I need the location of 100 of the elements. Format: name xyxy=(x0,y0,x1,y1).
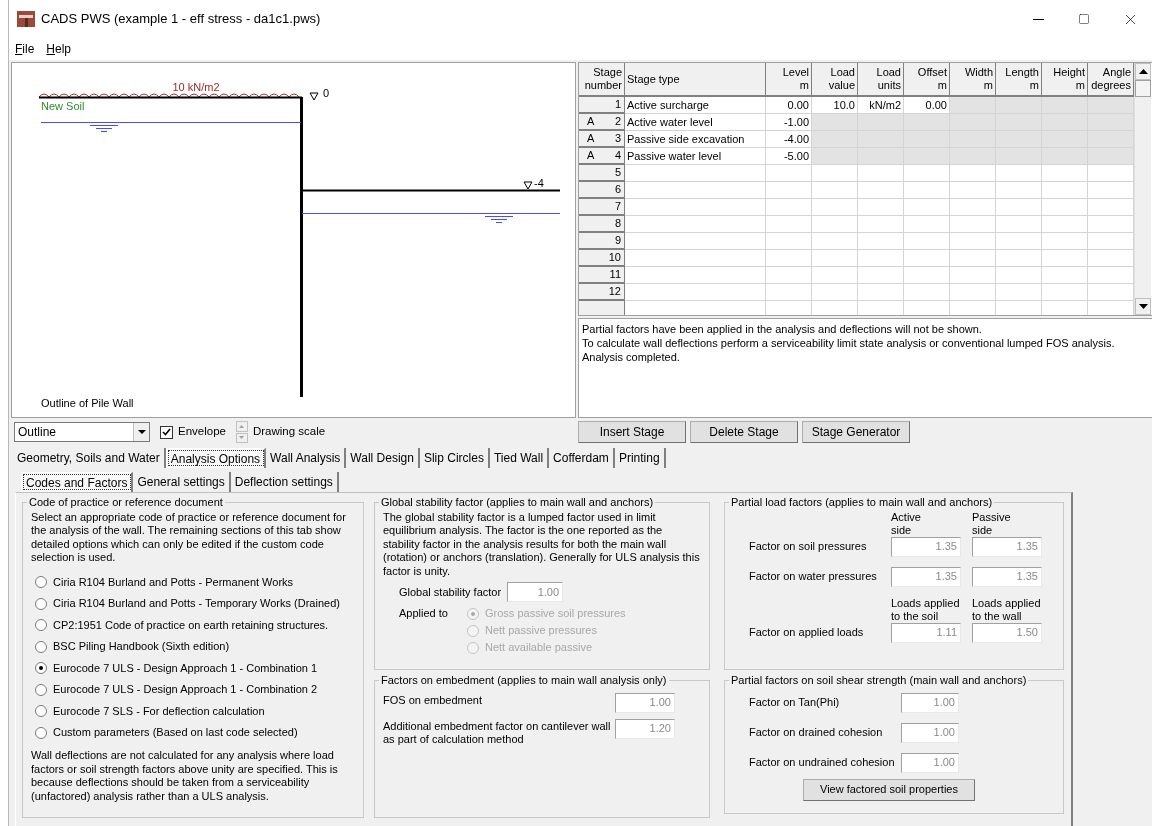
menu-item[interactable]: Help xyxy=(44,40,74,58)
table-cell[interactable] xyxy=(1042,199,1088,216)
table-cell[interactable] xyxy=(904,165,950,182)
table-cell[interactable] xyxy=(904,182,950,199)
table-cell[interactable] xyxy=(766,233,812,250)
table-cell[interactable] xyxy=(858,233,904,250)
column-header[interactable]: Stage type xyxy=(625,63,766,97)
radio-button[interactable] xyxy=(35,683,47,696)
table-cell[interactable] xyxy=(1088,284,1134,301)
row-header[interactable]: A 2 xyxy=(579,114,625,131)
scroll-down-button[interactable] xyxy=(1135,298,1151,315)
radio-button[interactable] xyxy=(35,619,47,631)
column-header[interactable]: Load value xyxy=(812,63,858,97)
table-cell[interactable] xyxy=(858,216,904,233)
table-cell[interactable] xyxy=(904,284,950,301)
table-cell[interactable] xyxy=(996,284,1042,301)
table-cell[interactable] xyxy=(904,233,950,250)
table-cell[interactable]: 0.00 xyxy=(766,97,812,114)
table-cell[interactable] xyxy=(1088,182,1134,199)
table-cell[interactable] xyxy=(766,284,812,301)
table-cell[interactable] xyxy=(858,267,904,284)
table-cell[interactable]: -5.00 xyxy=(766,148,812,165)
row-header[interactable]: 8 xyxy=(579,216,625,233)
table-cell[interactable]: -1.00 xyxy=(766,114,812,131)
table-cell[interactable] xyxy=(996,182,1042,199)
table-cell[interactable] xyxy=(812,199,858,216)
table-cell[interactable] xyxy=(858,165,904,182)
stage-button[interactable]: Insert Stage xyxy=(578,421,686,443)
table-cell[interactable] xyxy=(904,267,950,284)
spinner-up-button[interactable] xyxy=(235,421,248,432)
row-header[interactable]: 12 xyxy=(579,284,625,301)
column-header[interactable]: Level m xyxy=(766,63,812,97)
table-cell[interactable] xyxy=(996,267,1042,284)
table-cell[interactable] xyxy=(950,284,996,301)
stage-button[interactable]: Stage Generator xyxy=(802,421,910,443)
tab[interactable]: Slip Circles xyxy=(419,448,490,468)
table-cell[interactable] xyxy=(1088,216,1134,233)
scroll-thumb[interactable] xyxy=(1135,80,1151,97)
tab[interactable]: Cofferdam xyxy=(549,448,615,468)
tab[interactable]: Tied Wall xyxy=(489,448,550,468)
table-cell[interactable] xyxy=(812,182,858,199)
table-cell[interactable] xyxy=(1042,250,1088,267)
radio-button[interactable] xyxy=(35,640,47,653)
tab[interactable]: General settings xyxy=(133,472,231,492)
table-cell[interactable] xyxy=(996,250,1042,267)
view-select[interactable]: Outline xyxy=(14,422,150,442)
row-header[interactable]: 7 xyxy=(579,199,625,216)
radio-button[interactable] xyxy=(35,705,47,717)
row-header[interactable]: 11 xyxy=(579,267,625,284)
table-cell[interactable] xyxy=(904,216,950,233)
table-cell[interactable] xyxy=(1088,267,1134,284)
radio-button[interactable] xyxy=(35,662,47,674)
table-cell[interactable] xyxy=(858,250,904,267)
tab[interactable]: Analysis Options xyxy=(165,448,267,468)
table-cell[interactable]: 10.0 xyxy=(812,97,858,114)
table-cell[interactable] xyxy=(812,284,858,301)
menu-item[interactable]: File xyxy=(13,40,37,58)
table-cell[interactable] xyxy=(858,284,904,301)
row-header[interactable]: A 4 xyxy=(579,148,625,165)
table-cell[interactable] xyxy=(812,250,858,267)
row-header[interactable]: 10 xyxy=(579,250,625,267)
table-cell[interactable] xyxy=(950,182,996,199)
table-cell[interactable] xyxy=(996,216,1042,233)
table-cell[interactable] xyxy=(1042,284,1088,301)
table-cell[interactable] xyxy=(950,199,996,216)
radio-button[interactable] xyxy=(35,597,47,610)
column-header[interactable]: Load units xyxy=(858,63,904,97)
view-properties-button[interactable]: View factored soil properties xyxy=(803,778,975,801)
table-cell[interactable] xyxy=(950,250,996,267)
table-cell[interactable] xyxy=(1042,233,1088,250)
table-cell[interactable] xyxy=(858,199,904,216)
table-cell[interactable] xyxy=(1042,165,1088,182)
row-header[interactable]: A 3 xyxy=(579,131,625,148)
tab[interactable]: Deflection settings xyxy=(230,472,339,492)
table-cell[interactable]: -4.00 xyxy=(766,131,812,148)
table-cell[interactable] xyxy=(996,233,1042,250)
row-header[interactable]: 1 xyxy=(579,97,625,114)
table-cell[interactable] xyxy=(812,233,858,250)
column-header[interactable]: Stage number xyxy=(579,63,625,97)
table-cell[interactable]: kN/m2 xyxy=(858,97,904,114)
table-cell[interactable] xyxy=(996,165,1042,182)
tab[interactable]: Wall Design xyxy=(346,448,420,468)
tab[interactable]: Codes and Factors xyxy=(21,472,134,492)
table-cell[interactable] xyxy=(858,182,904,199)
checkbox[interactable] xyxy=(160,425,173,439)
row-header[interactable]: 6 xyxy=(579,182,625,199)
table-cell[interactable] xyxy=(1088,165,1134,182)
table-cell[interactable] xyxy=(996,199,1042,216)
column-header[interactable]: Height m xyxy=(1042,63,1088,97)
table-cell[interactable] xyxy=(1088,233,1134,250)
table-cell[interactable] xyxy=(904,250,950,267)
table-cell[interactable] xyxy=(950,165,996,182)
scroll-up-button[interactable] xyxy=(1135,63,1151,80)
table-cell[interactable] xyxy=(1042,216,1088,233)
table-cell[interactable] xyxy=(950,267,996,284)
table-cell[interactable] xyxy=(1088,250,1134,267)
table-cell[interactable] xyxy=(766,165,812,182)
stage-button[interactable]: Delete Stage xyxy=(690,421,798,443)
spinner-down-button[interactable] xyxy=(235,432,248,443)
table-cell[interactable] xyxy=(766,250,812,267)
